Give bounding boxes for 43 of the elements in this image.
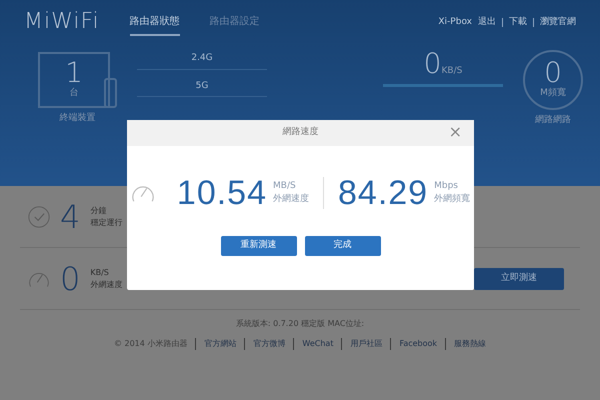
footer-link[interactable]: 官方網站 [195,338,236,350]
check-circle-icon [28,206,50,228]
row-label: 穩定運行 [90,216,122,228]
header-link[interactable]: 瀏覽官網 [533,18,576,26]
done-button[interactable]: 完成 [304,236,380,256]
version-text: 系統版本: 0.7.20 穩定版 MAC位址: [236,318,364,330]
bandwidth-label: 網路網路 [535,114,571,127]
dialog-title: 網路速度 [282,126,318,140]
metric-value: 10.54 [176,176,267,210]
metric-unit: MB/S [273,180,297,192]
retest-button[interactable]: 重新測速 [220,236,296,256]
logo: MiWiFi [24,10,100,34]
footer-link[interactable]: Facebook [390,338,438,350]
copyright-text: © 2014 小米路由器 [114,338,188,350]
row-value: 4 [60,200,80,232]
traffic-value: 0 [424,50,442,78]
header-link[interactable]: 退出 [478,18,496,26]
nav-tab[interactable]: 路由器狀態 [130,14,180,36]
speed-test-button[interactable]: 立即測速 [474,268,564,290]
header-link[interactable]: 下載 [502,18,527,26]
metric-label: 外網速度 [273,193,309,206]
row-unit: 分鐘 [90,204,108,216]
row-value: 0 [60,262,80,294]
device-unit: 台 [70,87,78,100]
nav-tab[interactable]: 路由器設定 [210,14,260,36]
bandwidth-unit: M頻寬 [540,87,566,100]
device-count: 1 [65,59,83,88]
close-button[interactable]: × [448,124,462,140]
traffic-unit: KB/S [442,64,462,78]
footer-link[interactable]: 官方微博 [244,338,286,350]
footer-link[interactable]: 服務熱線 [445,338,486,350]
device-label: 終端裝置 [60,112,96,125]
metric-unit: Mbps [434,180,459,192]
footer-link[interactable]: 用戶社區 [341,338,382,350]
row-label: 外網速度 [90,278,122,290]
band-label: 5G [137,80,267,97]
header-link[interactable]: Xi-Pbox [438,18,472,26]
bandwidth-value: 0 [544,59,562,88]
row-unit: KB/S [90,266,110,278]
metric-value: 84.29 [338,176,428,210]
footer-link[interactable]: WeChat [293,338,334,350]
band-label: 2.4G [137,52,267,70]
metric-label: 外網頻寬 [434,193,470,206]
